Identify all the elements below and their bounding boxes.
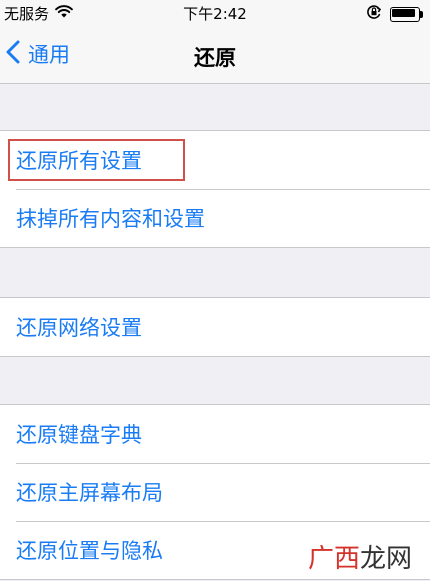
row-label: 还原键盘字典 bbox=[16, 423, 142, 447]
reset-home-screen-layout-row[interactable]: 还原主屏幕布局 bbox=[0, 463, 430, 521]
erase-all-content-row[interactable]: 抹掉所有内容和设置 bbox=[0, 189, 430, 247]
page-title: 还原 bbox=[194, 46, 236, 70]
row-label: 抹掉所有内容和设置 bbox=[16, 207, 205, 231]
reset-settings-screen: 无服务 下午2:42 通用 还原 还原所有设置 抹掉所有内容和设置 还原网络设置… bbox=[0, 0, 430, 581]
watermark-part-2: 龙网 bbox=[359, 544, 412, 574]
row-label: 还原网络设置 bbox=[16, 316, 142, 340]
status-bar: 无服务 下午2:42 bbox=[0, 0, 430, 26]
battery-icon bbox=[390, 6, 424, 22]
reset-group-1: 还原所有设置 抹掉所有内容和设置 bbox=[0, 130, 430, 248]
navigation-bar: 通用 还原 bbox=[0, 26, 430, 84]
reset-keyboard-dictionary-row[interactable]: 还原键盘字典 bbox=[0, 405, 430, 463]
row-label: 还原所有设置 bbox=[16, 149, 142, 173]
rotation-lock-icon bbox=[366, 4, 382, 24]
watermark-part-1: 广西 bbox=[307, 544, 360, 574]
row-label: 还原位置与隐私 bbox=[16, 539, 163, 563]
reset-group-2: 还原网络设置 bbox=[0, 297, 430, 357]
watermark-logo: 广西 龙网 bbox=[308, 538, 412, 575]
status-right bbox=[366, 4, 424, 24]
reset-all-settings-row[interactable]: 还原所有设置 bbox=[0, 131, 430, 189]
row-label: 还原主屏幕布局 bbox=[16, 481, 163, 505]
reset-network-settings-row[interactable]: 还原网络设置 bbox=[0, 298, 430, 356]
